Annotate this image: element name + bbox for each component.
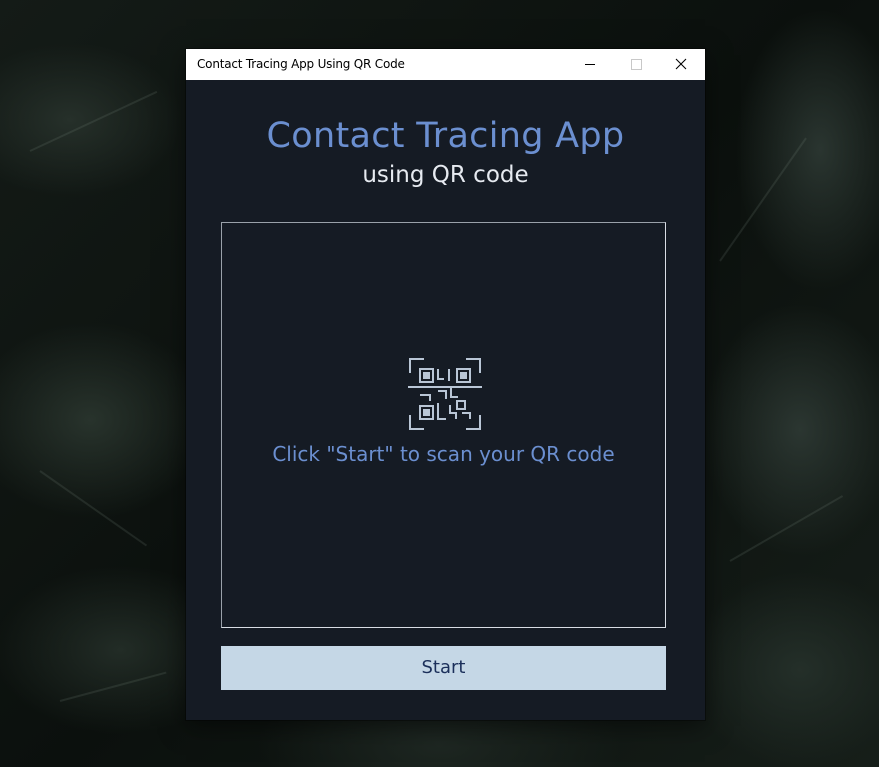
app-subtitle: using QR code [362,162,529,188]
maximize-button [613,49,659,80]
leaf-vein [719,137,807,262]
minimize-button[interactable] [567,49,613,80]
camera-preview-area: Click "Start" to scan your QR code [221,222,666,628]
leaf-vein [39,470,148,547]
minimize-icon [585,64,595,65]
close-icon [675,58,687,70]
title-bar[interactable]: Contact Tracing App Using QR Code [186,49,705,80]
window-content: Contact Tracing App using QR code Click … [186,80,705,720]
close-button[interactable] [659,49,705,80]
leaf-vein [29,90,158,152]
app-title: Contact Tracing App [266,116,625,156]
leaf-vein [59,671,167,702]
start-button[interactable]: Start [221,646,666,690]
leaf-vein [729,495,844,562]
window-title: Contact Tracing App Using QR Code [197,57,405,71]
maximize-icon [631,59,642,70]
qr-code-scan-icon [408,358,482,430]
scan-instructions: Click "Start" to scan your QR code [272,442,615,466]
app-window: Contact Tracing App Using QR Code Contac… [186,49,705,720]
